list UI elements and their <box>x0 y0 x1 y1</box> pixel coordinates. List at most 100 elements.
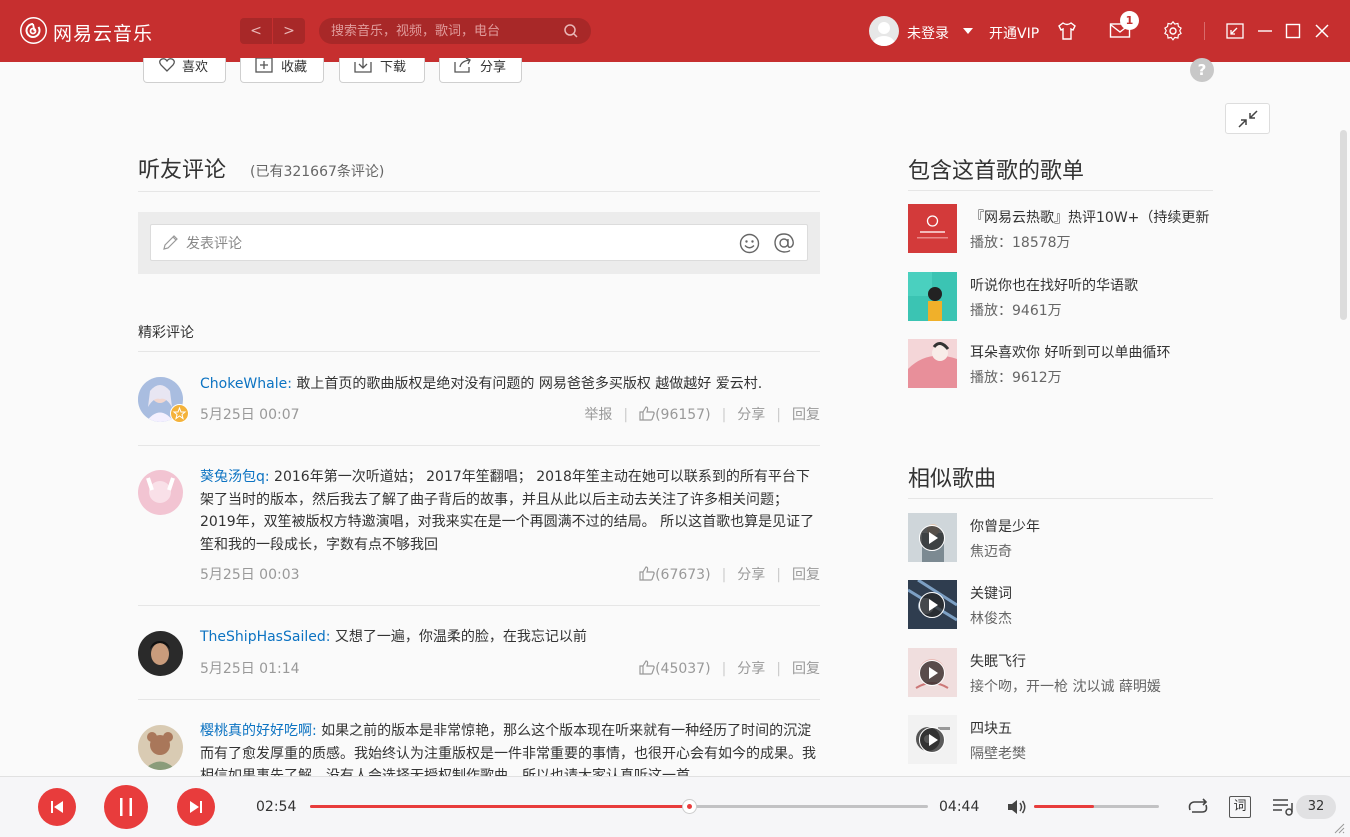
comments-title: 听友评论 <box>138 158 227 183</box>
vip-button[interactable]: 开通VIP <box>989 23 1039 43</box>
mini-mode-icon[interactable] <box>1226 23 1244 39</box>
song-artist[interactable]: 接个吻，开一枪 沈以诚 薛明媛 <box>970 676 1161 696</box>
lyrics-button[interactable]: 词 <box>1229 796 1251 818</box>
song-name[interactable]: 关键词 <box>970 583 1210 603</box>
comment-user[interactable]: ChokeWhale: <box>200 376 292 392</box>
playlist-cover[interactable] <box>908 204 957 253</box>
comment-user[interactable]: 樱桃真的好好吃啊: <box>200 723 317 739</box>
playlist-name[interactable]: 『网易云热歌』热评10W+（持续更新） <box>970 207 1210 227</box>
reply-button[interactable]: 回复 <box>792 567 820 583</box>
report-button[interactable]: 举报 <box>584 407 612 423</box>
song-artist[interactable]: 焦迈奇 <box>970 541 1012 561</box>
search-input[interactable] <box>319 18 591 44</box>
comment-body: 2016年第一次听道姑； 2017年笙翻唱； 2018年笙主动在她可以联系到的所… <box>200 469 815 553</box>
pause-button[interactable] <box>104 785 148 829</box>
share-button[interactable]: 分享 <box>439 58 522 83</box>
playlist-icon[interactable] <box>1272 797 1296 817</box>
song-artist[interactable]: 隔壁老樊 <box>970 743 1026 763</box>
volume-fill <box>1034 805 1094 808</box>
share-label: 分享 <box>480 60 507 75</box>
play-icon[interactable] <box>919 660 945 686</box>
comment-user[interactable]: TheShipHasSailed: <box>200 629 330 645</box>
maximize-icon[interactable] <box>1285 23 1301 39</box>
commenter-avatar[interactable] <box>138 631 183 676</box>
comment-date: 5月25日 01:14 <box>200 661 300 677</box>
loop-icon[interactable] <box>1186 797 1210 817</box>
thumbs-up-icon[interactable] <box>639 660 655 675</box>
song-name[interactable]: 失眠飞行 <box>970 651 1210 671</box>
progress-fill <box>310 805 689 808</box>
message-badge: 1 <box>1120 11 1139 30</box>
similar-songs-title: 相似歌曲 <box>908 467 997 492</box>
login-label[interactable]: 未登录 <box>907 23 949 43</box>
play-icon[interactable] <box>919 525 945 551</box>
collect-button[interactable]: 收藏 <box>240 58 324 83</box>
forward-button[interactable]: > <box>273 18 305 44</box>
playlist-plays: 播放：9612万 <box>970 370 1062 386</box>
divider <box>138 445 820 446</box>
comment-text: TheShipHasSailed: 又想了一遍，你温柔的脸，在我忘记以前 <box>200 626 820 649</box>
share-comment-button[interactable]: 分享 <box>737 407 765 423</box>
next-icon <box>190 801 202 813</box>
song-artist[interactable]: 林俊杰 <box>970 608 1012 628</box>
playlist-cover[interactable] <box>908 272 957 321</box>
gear-icon[interactable] <box>1162 20 1184 42</box>
share-comment-button[interactable]: 分享 <box>737 567 765 583</box>
playlist-name[interactable]: 耳朵喜欢你 好听到可以单曲循环 <box>970 342 1210 362</box>
collapse-arrows-icon <box>1238 110 1258 128</box>
divider <box>138 191 820 192</box>
skin-icon[interactable] <box>1056 20 1078 42</box>
chevron-down-icon[interactable] <box>963 28 973 34</box>
reply-button[interactable]: 回复 <box>792 661 820 677</box>
playlist-count[interactable]: 32 <box>1296 795 1336 819</box>
comment-date: 5月25日 00:03 <box>200 567 300 583</box>
close-icon[interactable] <box>1314 23 1330 39</box>
thumbs-up-icon[interactable] <box>639 406 655 421</box>
comments-count: (已有321667条评论) <box>250 164 385 180</box>
comment-user[interactable]: 葵兔汤包q: <box>200 469 270 485</box>
share-icon <box>454 58 471 73</box>
divider <box>908 498 1213 499</box>
netease-logo-icon[interactable] <box>20 17 47 44</box>
share-comment-button[interactable]: 分享 <box>737 661 765 677</box>
comment-actions: (67673) | 分享 | 回复 <box>639 564 820 584</box>
resize-grip-icon[interactable] <box>1333 822 1345 834</box>
play-icon[interactable] <box>919 592 945 618</box>
download-icon <box>354 58 372 73</box>
commenter-avatar[interactable] <box>138 725 183 770</box>
back-button[interactable]: < <box>240 18 272 44</box>
comment-input[interactable] <box>150 224 808 261</box>
like-button[interactable]: 喜欢 <box>143 58 226 83</box>
comment-input-placeholder[interactable]: 发表评论 <box>186 233 242 253</box>
progress-handle[interactable] <box>681 799 697 814</box>
help-icon[interactable]: ? <box>1190 58 1214 82</box>
like-count: (96157) <box>655 407 711 423</box>
minimize-icon[interactable] <box>1256 23 1274 39</box>
mention-icon[interactable] <box>773 232 795 254</box>
search-icon[interactable] <box>563 23 579 39</box>
commenter-avatar[interactable] <box>138 470 183 515</box>
volume-slider[interactable] <box>1034 805 1159 808</box>
volume-icon[interactable] <box>1006 797 1028 817</box>
current-time: 02:54 <box>256 799 297 815</box>
playlist-name[interactable]: 听说你也在找好听的华语歌 <box>970 275 1210 295</box>
user-avatar[interactable] <box>869 16 899 46</box>
next-button[interactable] <box>177 788 215 826</box>
download-button[interactable]: 下载 <box>339 58 425 83</box>
thumbs-up-icon[interactable] <box>639 566 655 581</box>
divider <box>138 605 820 606</box>
scrollbar[interactable] <box>1340 130 1347 320</box>
collapse-button[interactable] <box>1225 103 1270 134</box>
playlist-cover[interactable] <box>908 339 957 388</box>
comment-actions: 举报 | (96157) | 分享 | 回复 <box>584 406 820 423</box>
emoji-icon[interactable] <box>739 233 760 254</box>
add-folder-icon <box>255 58 273 73</box>
song-name[interactable]: 你曾是少年 <box>970 516 1210 536</box>
song-name[interactable]: 四块五 <box>970 718 1210 738</box>
reply-button[interactable]: 回复 <box>792 407 820 423</box>
play-icon[interactable] <box>919 727 945 753</box>
comment-actions: (45037) | 分享 | 回复 <box>639 658 820 678</box>
comment-date: 5月25日 00:07 <box>200 407 300 423</box>
previous-button[interactable] <box>38 788 76 826</box>
progress-bar[interactable] <box>310 799 928 814</box>
